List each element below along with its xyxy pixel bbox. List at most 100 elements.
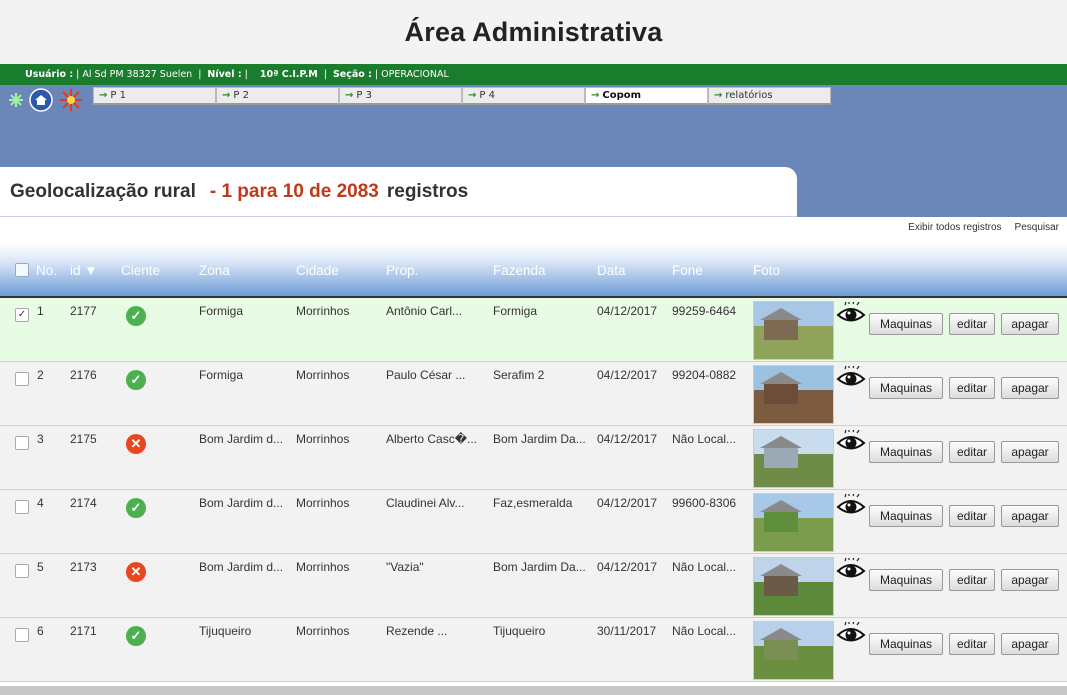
tab-p4[interactable]: → P 4: [462, 87, 585, 105]
row-checkbox[interactable]: ✓: [15, 308, 29, 322]
show-all-link[interactable]: Exibir todos registros: [908, 222, 1001, 233]
search-link[interactable]: Pesquisar: [1015, 222, 1059, 233]
farm-photo[interactable]: [753, 621, 834, 680]
cell-fazenda: Formiga: [493, 304, 538, 318]
top-links: Exibir todos registros Pesquisar: [908, 222, 1059, 233]
delete-button[interactable]: apagar: [1001, 377, 1059, 399]
cell-id: 2175: [70, 432, 97, 446]
col-fazenda[interactable]: Fazenda: [493, 263, 546, 278]
farm-photo[interactable]: [753, 429, 834, 488]
table-body: ✓ 1 2177 ✓ Formiga Morrinhos Antônio Car…: [0, 298, 1067, 682]
tab-copom[interactable]: → Copom: [585, 87, 708, 105]
table-row[interactable]: ✓ 1 2177 ✓ Formiga Morrinhos Antônio Car…: [0, 298, 1067, 362]
table-row[interactable]: 3 2175 ✕ Bom Jardim d... Morrinhos Alber…: [0, 426, 1067, 490]
cell-zona: Tijuqueiro: [199, 624, 252, 638]
col-fone[interactable]: Fone: [672, 263, 703, 278]
usuario-value: | Al Sd PM 38327 Suelen: [76, 69, 193, 80]
eye-icon[interactable]: [836, 492, 866, 521]
cell-zona: Bom Jardim d...: [199, 560, 284, 574]
snowflake-icon[interactable]: [8, 92, 24, 113]
cell-fazenda: Faz,esmeralda: [493, 496, 573, 510]
cell-prop: Paulo César ...: [386, 368, 466, 382]
eye-icon[interactable]: [836, 428, 866, 457]
cell-fone: Não Local...: [672, 432, 737, 446]
cell-id: 2174: [70, 496, 97, 510]
cell-data: 04/12/2017: [597, 496, 658, 510]
cell-fazenda: Serafim 2: [493, 368, 545, 382]
row-checkbox[interactable]: [15, 500, 29, 514]
table-row[interactable]: 6 2171 ✓ Tijuqueiro Morrinhos Rezende ..…: [0, 618, 1067, 682]
eye-icon[interactable]: [836, 300, 866, 329]
delete-button[interactable]: apagar: [1001, 313, 1059, 335]
eye-icon[interactable]: [836, 620, 866, 649]
cell-fone: Não Local...: [672, 624, 737, 638]
col-zona[interactable]: Zona: [199, 263, 230, 278]
row-checkbox[interactable]: [15, 628, 29, 642]
cell-fone: Não Local...: [672, 560, 737, 574]
x-icon: ✕: [126, 562, 146, 582]
cell-prop: Rezende ...: [386, 624, 448, 638]
col-data[interactable]: Data: [597, 263, 626, 278]
cell-no: 5: [37, 560, 44, 574]
edit-button[interactable]: editar: [949, 633, 995, 655]
edit-button[interactable]: editar: [949, 505, 995, 527]
cell-data: 04/12/2017: [597, 304, 658, 318]
table-row[interactable]: 5 2173 ✕ Bom Jardim d... Morrinhos "Vazi…: [0, 554, 1067, 618]
col-no[interactable]: No.: [36, 263, 57, 278]
cell-fone: 99600-8306: [672, 496, 737, 510]
col-id[interactable]: id ▼: [70, 263, 98, 278]
row-checkbox[interactable]: [15, 436, 29, 450]
edit-button[interactable]: editar: [949, 377, 995, 399]
delete-button[interactable]: apagar: [1001, 441, 1059, 463]
usuario-label: Usuário :: [25, 69, 74, 80]
home-icon[interactable]: [29, 88, 53, 117]
horizontal-scrollbar[interactable]: [0, 686, 1067, 695]
col-foto[interactable]: Foto: [753, 263, 780, 278]
row-checkbox[interactable]: [15, 564, 29, 578]
delete-button[interactable]: apagar: [1001, 569, 1059, 591]
check-icon: ✓: [126, 370, 146, 390]
farm-photo[interactable]: [753, 365, 834, 424]
edit-button[interactable]: editar: [949, 569, 995, 591]
delete-button[interactable]: apagar: [1001, 633, 1059, 655]
nav-tabs: → P 1 → P 2 → P 3 → P 4 → Copom → relatórios: [93, 87, 831, 105]
cell-fone: 99259-6464: [672, 304, 737, 318]
tab-relatorios[interactable]: → relatórios: [708, 87, 831, 105]
col-prop[interactable]: Prop.: [386, 263, 418, 278]
maquinas-button[interactable]: Maquinas: [869, 441, 943, 463]
eye-icon[interactable]: [836, 556, 866, 585]
farm-photo[interactable]: [753, 557, 834, 616]
table-row[interactable]: 2 2176 ✓ Formiga Morrinhos Paulo César .…: [0, 362, 1067, 426]
maquinas-button[interactable]: Maquinas: [869, 505, 943, 527]
edit-button[interactable]: editar: [949, 313, 995, 335]
tab-p2[interactable]: → P 2: [216, 87, 339, 105]
maquinas-button[interactable]: Maquinas: [869, 569, 943, 591]
cell-cidade: Morrinhos: [296, 304, 350, 318]
farm-photo[interactable]: [753, 301, 834, 360]
col-ciente[interactable]: Ciente: [121, 263, 160, 278]
table-row[interactable]: 4 2174 ✓ Bom Jardim d... Morrinhos Claud…: [0, 490, 1067, 554]
section-title-row: Geolocalização rural - 1 para 10 de 2083…: [0, 167, 1067, 233]
cell-fazenda: Tijuqueiro: [493, 624, 546, 638]
tab-p1[interactable]: → P 1: [93, 87, 216, 105]
maquinas-button[interactable]: Maquinas: [869, 313, 943, 335]
select-all-checkbox[interactable]: [15, 263, 29, 277]
cell-cidade: Morrinhos: [296, 560, 350, 574]
burst-icon[interactable]: [58, 88, 84, 117]
maquinas-button[interactable]: Maquinas: [869, 633, 943, 655]
maquinas-button[interactable]: Maquinas: [869, 377, 943, 399]
edit-button[interactable]: editar: [949, 441, 995, 463]
cell-zona: Formiga: [199, 368, 244, 382]
col-cidade[interactable]: Cidade: [296, 263, 339, 278]
delete-button[interactable]: apagar: [1001, 505, 1059, 527]
farm-photo[interactable]: [753, 493, 834, 552]
eye-icon[interactable]: [836, 364, 866, 393]
cell-id: 2171: [70, 624, 97, 638]
nav-icons: [8, 88, 84, 117]
cell-no: 4: [37, 496, 44, 510]
cell-zona: Bom Jardim d...: [199, 432, 284, 446]
row-checkbox[interactable]: [15, 372, 29, 386]
cell-fazenda: Bom Jardim Da...: [493, 432, 586, 446]
tab-p3[interactable]: → P 3: [339, 87, 462, 105]
section-range: - 1 para 10 de 2083: [209, 180, 379, 202]
